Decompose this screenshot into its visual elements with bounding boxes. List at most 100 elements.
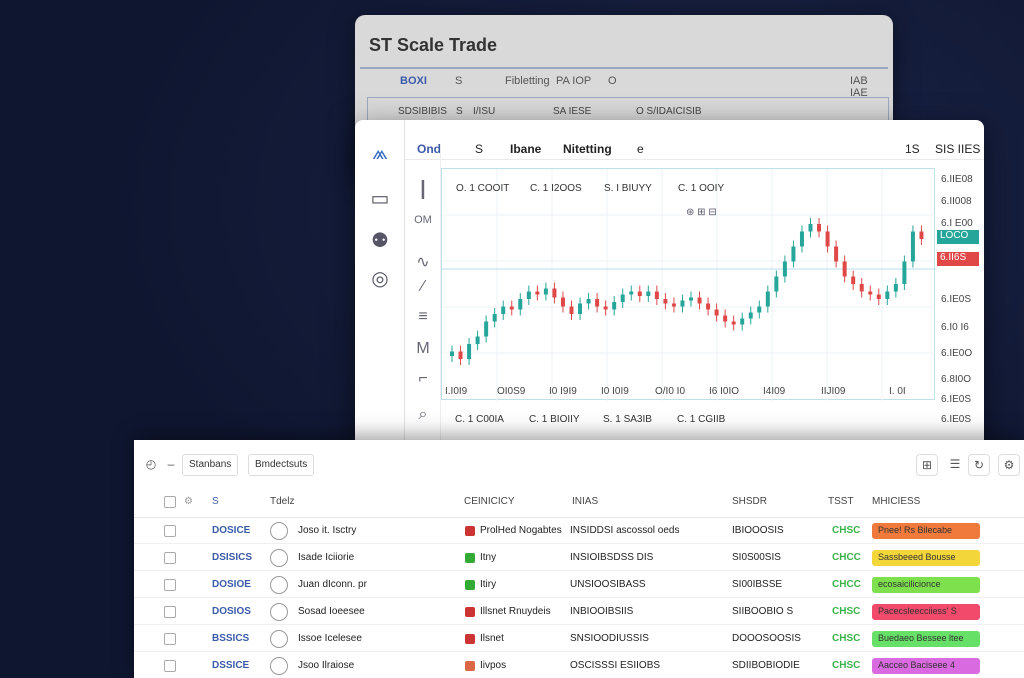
screen-icon[interactable]: ▭ <box>355 186 405 211</box>
candle <box>723 315 728 322</box>
clock-icon[interactable]: ◴ <box>140 454 162 476</box>
col-header[interactable]: SHSDR <box>732 496 767 507</box>
candle <box>603 306 608 310</box>
row-status: CHSC <box>832 660 861 671</box>
tab-e[interactable]: e <box>637 142 644 156</box>
row-symbol[interactable]: DSISICS <box>212 552 252 563</box>
minus-icon[interactable]: – <box>160 454 182 476</box>
row-symbol[interactable]: DSSICE <box>212 660 249 671</box>
avatar <box>270 576 288 594</box>
table-header: ⚙ S Tdelz CEINICICY INIAS SHSDR TSST MHI… <box>134 488 1024 518</box>
tab-s[interactable]: S <box>475 142 483 156</box>
people-icon[interactable]: ⚉ <box>355 228 405 253</box>
candle <box>663 299 668 304</box>
table-row[interactable]: DSSICE Jsoo Ilraiose Iivpos OSCISSSI ESIIOB… <box>134 653 1024 678</box>
row-name: Isade Iciiorie <box>298 552 355 563</box>
flag-icon <box>465 526 475 536</box>
row-name: Juan dIconn. pr <box>298 579 367 590</box>
columns-icon[interactable]: ☰ <box>944 454 966 476</box>
row-checkbox[interactable] <box>164 552 176 564</box>
row-desc: UNSIOOSIBASS <box>570 579 646 590</box>
back-toolbar-item[interactable]: O <box>608 75 617 87</box>
fib-icon[interactable]: ≡ <box>405 308 441 326</box>
back-window-title: ST Scale Trade <box>369 35 498 55</box>
toolbar-button[interactable]: Bmdectsuts <box>248 454 315 476</box>
back-toolbar-item[interactable]: BOXI <box>400 75 427 87</box>
candle <box>689 297 693 301</box>
avatar <box>270 522 288 540</box>
price-chart[interactable]: O. 1 COOIT C. 1 I2OOS S. I BIUYY C. 1 OO… <box>441 168 936 401</box>
col-header[interactable]: INIAS <box>572 496 598 507</box>
candle <box>757 306 762 313</box>
back-toolbar-item[interactable]: S <box>455 75 462 87</box>
row-checkbox[interactable] <box>164 525 176 537</box>
select-all-checkbox[interactable] <box>164 496 176 508</box>
chart-bottom-readout: C. 1 C00IA C. 1 BIOIIY S. 1 SA3IB C. 1 C… <box>441 410 984 432</box>
time-label: I.I0I9 <box>445 386 468 397</box>
candle <box>876 294 881 299</box>
row-checkbox[interactable] <box>164 606 176 618</box>
toolbar-button[interactable]: Stanbans <box>182 454 239 476</box>
back-sub-item: S <box>456 106 463 117</box>
row-symbol[interactable]: DOSIOE <box>212 579 251 590</box>
row-number: SI00IBSSE <box>732 579 783 590</box>
status-badge[interactable]: Buedaeo Bessee ltee <box>872 631 980 647</box>
status-badge[interactable]: Pacecsleecciiess' S <box>872 604 980 620</box>
back-toolbar-item[interactable]: Fibletting <box>505 75 550 87</box>
ohlc-low: S. I BIUYY <box>604 183 652 194</box>
row-symbol[interactable]: BSSICS <box>212 633 249 644</box>
row-symbol[interactable]: DOSIOS <box>212 606 251 617</box>
candle <box>543 288 548 295</box>
zoom-icon[interactable]: ⌕ <box>405 406 441 424</box>
line-icon[interactable]: ∕ <box>405 278 441 296</box>
col-header[interactable]: TSST <box>828 496 854 507</box>
row-checkbox[interactable] <box>164 633 176 645</box>
top-right-label: 1S <box>905 142 920 156</box>
target-icon[interactable]: ◎ <box>355 266 405 291</box>
avatar <box>270 549 288 567</box>
candle <box>637 291 642 296</box>
col-header[interactable]: S <box>212 496 219 507</box>
row-checkbox[interactable] <box>164 579 176 591</box>
export-icon[interactable]: ⊞ <box>916 454 938 476</box>
time-label: I6 I0IO <box>709 386 740 397</box>
pattern-icon[interactable]: M <box>405 340 441 358</box>
candle <box>885 291 890 299</box>
trend-icon[interactable]: ∿ <box>405 252 441 272</box>
status-badge[interactable]: ecosaicilicionce <box>872 577 980 593</box>
col-header[interactable]: MHICIESS <box>872 496 920 507</box>
table-row[interactable]: BSSICS Issoe Icelesee Ilsnet SNSIOODIUSSIS D… <box>134 626 1024 652</box>
flag-icon <box>465 634 475 644</box>
brush-icon[interactable]: ⌐ <box>405 370 441 388</box>
price-label: 6.II008 <box>941 196 972 207</box>
status-badge[interactable]: Sassbeeed Bousse <box>872 550 980 566</box>
tab-nitetting[interactable]: Nitetting <box>563 142 612 156</box>
chart-logo-icon[interactable]: ⩕ <box>355 142 405 165</box>
table-row[interactable]: DOSIOS Sosad Ioeesee Illsnet Rnuydeis INBIO… <box>134 599 1024 625</box>
row-company: Ilsnet <box>480 633 504 644</box>
candle <box>569 306 574 314</box>
refresh-icon[interactable]: ↻ <box>968 454 990 476</box>
row-company: Itiry <box>480 579 497 590</box>
settings-icon[interactable]: ⚙ <box>998 454 1020 476</box>
col-header[interactable]: Tdelz <box>270 496 294 507</box>
time-label: I4I09 <box>763 386 786 397</box>
row-symbol[interactable]: DOSICE <box>212 525 250 536</box>
price-label: 6.I E00 <box>941 218 973 229</box>
chart-ctrl-icons[interactable]: ⊛ ⊞ ⊟ <box>686 207 717 218</box>
col-header[interactable]: CEINICICY <box>464 496 515 507</box>
table-row[interactable]: DOSICE Joso it. Isctry ProlHed Nogabtes INS… <box>134 518 1024 544</box>
row-checkbox[interactable] <box>164 660 176 672</box>
status-badge[interactable]: Aacceo Baciseee 4 <box>872 658 980 674</box>
price-tag-red: 6.II6S <box>937 252 979 266</box>
back-toolbar-right: IAB IAE <box>850 75 868 99</box>
back-toolbar-item[interactable]: PA IOP <box>556 75 591 87</box>
row-name: Issoe Icelesee <box>298 633 362 644</box>
table-row[interactable]: DOSIOE Juan dIconn. pr Itiry UNSIOOSIBASS SI… <box>134 572 1024 598</box>
tab-ibane[interactable]: Ibane <box>510 142 541 156</box>
candle <box>842 261 847 277</box>
status-badge[interactable]: Pnee! Rs Bilecabe <box>872 523 980 539</box>
row-desc: INBIOOIBSIIS <box>570 606 634 617</box>
table-row[interactable]: DSISICS Isade Iciiorie Itny INSIOIBSDSS DIS… <box>134 545 1024 571</box>
cursor-icon[interactable]: ┃ <box>405 180 441 200</box>
